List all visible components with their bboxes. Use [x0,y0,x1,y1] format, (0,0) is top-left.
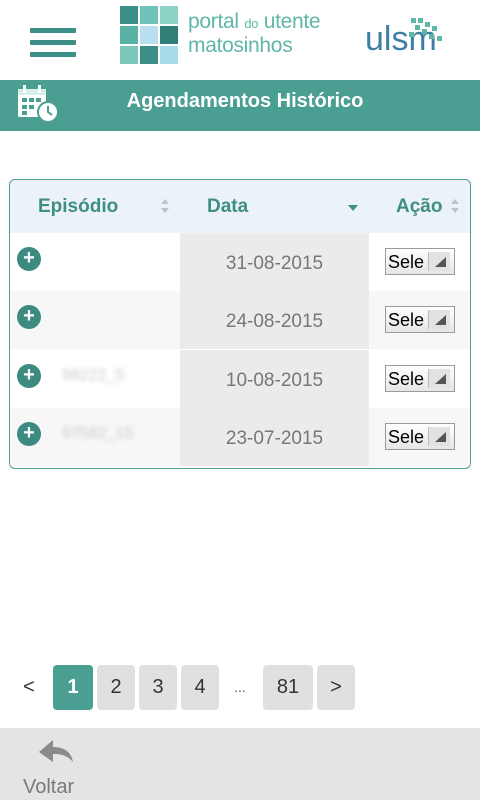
appointments-table: Episódio Data Ação + 31-08-2015 Selecion… [9,179,471,469]
column-header-episodio[interactable]: Episódio [38,196,118,218]
sort-both-icon[interactable] [450,198,460,214]
action-select[interactable]: Selecionar [385,306,455,333]
column-header-acao[interactable]: Ação [396,196,442,218]
column-header-data[interactable]: Data [207,196,248,218]
action-select-value: Selecionar [388,369,424,389]
action-select[interactable]: Selecionar [385,365,455,392]
back-arrow-icon[interactable] [37,736,75,768]
appointment-date: 23-07-2015 [225,428,324,449]
footer-bar: Voltar [0,728,480,800]
expand-row-plus-icon[interactable]: + [17,305,41,329]
episode-number: 97582_15 [62,425,134,442]
action-select[interactable]: Selecionar [385,423,455,450]
back-label[interactable]: Voltar [23,776,74,799]
page-title-bar: Agendamentos Histórico [0,80,480,131]
appointment-date: 31-08-2015 [225,253,324,274]
expand-row-plus-icon[interactable]: + [17,247,41,271]
table-row: + 31-08-2015 Selecionar [10,233,470,291]
pagination-page-1[interactable]: 1 [53,665,93,710]
sort-desc-icon[interactable] [348,198,358,214]
pagination-page-4[interactable]: 4 [181,665,219,710]
pagination-page-2[interactable]: 2 [97,665,135,710]
pagination-page-3[interactable]: 3 [139,665,177,710]
action-select-value: Selecionar [388,252,424,272]
portal-logo-mosaic-icon [120,6,178,64]
pagination: < 1 2 3 4 ... 81 > [0,665,480,711]
action-select-value: Selecionar [388,310,424,330]
dropdown-arrow-icon [428,252,450,271]
pagination-next-button[interactable]: > [317,665,355,710]
dropdown-arrow-icon [428,427,450,446]
table-header: Episódio Data Ação [10,180,470,233]
dropdown-arrow-icon [428,369,450,388]
episode-number: 98222_5 [62,367,125,384]
episode-number [62,250,162,272]
action-select[interactable]: Selecionar [385,248,455,275]
expand-row-plus-icon[interactable]: + [17,364,41,388]
portal-logo-text: portal do utente matosinhos [188,10,321,57]
table-row: + 98222_5 10-08-2015 Selecionar [10,350,470,408]
hamburger-menu-icon[interactable] [30,28,76,62]
pagination-prev-button[interactable]: < [14,665,44,710]
page-title: Agendamentos Histórico [126,90,364,112]
sort-both-icon[interactable] [160,198,170,214]
table-row: + 97582_15 23-07-2015 Selecionar [10,408,470,466]
app-header: portal do utente matosinhos ulsm [0,0,480,80]
expand-row-plus-icon[interactable]: + [17,422,41,446]
appointment-date: 24-08-2015 [225,311,324,332]
appointment-date: 10-08-2015 [225,370,324,391]
action-select-value: Selecionar [388,427,424,447]
pagination-page-last[interactable]: 81 [263,665,313,710]
table-row: + 24-08-2015 Selecionar [10,291,470,349]
dropdown-arrow-icon [428,310,450,329]
episode-number [62,308,162,330]
pagination-ellipsis: ... [234,679,246,695]
ulsm-logo-icon: ulsm [365,18,442,58]
